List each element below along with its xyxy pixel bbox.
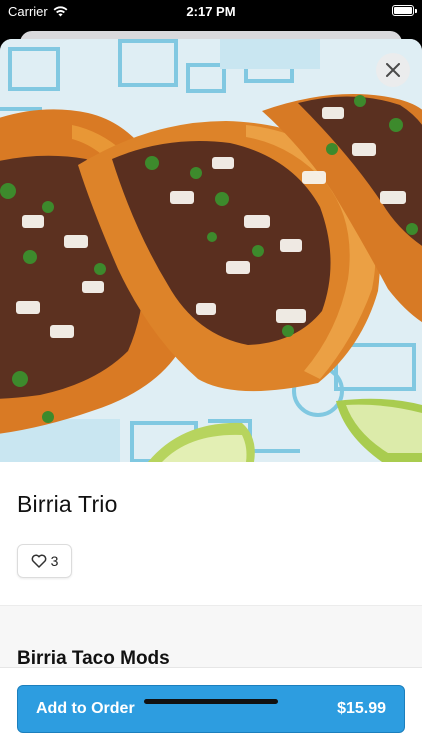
add-to-order-label: Add to Order bbox=[36, 700, 135, 717]
item-photo bbox=[0, 39, 422, 462]
like-count: 3 bbox=[50, 553, 59, 569]
item-detail-sheet: Birria Trio 3 Birria Taco Mods Add to Or… bbox=[0, 39, 422, 750]
status-bar: Carrier 2:17 PM bbox=[0, 0, 422, 24]
close-button[interactable] bbox=[376, 53, 410, 87]
order-footer: Add to Order $15.99 bbox=[0, 667, 422, 750]
battery-icon bbox=[392, 5, 417, 16]
close-icon bbox=[386, 63, 400, 77]
item-price: $15.99 bbox=[337, 700, 386, 717]
home-indicator[interactable] bbox=[144, 699, 278, 704]
add-to-order-button[interactable]: Add to Order $15.99 bbox=[17, 685, 405, 733]
heart-icon bbox=[31, 554, 46, 568]
item-title: Birria Trio bbox=[17, 491, 118, 517]
clock: 2:17 PM bbox=[186, 4, 236, 19]
like-button[interactable]: 3 bbox=[17, 544, 72, 578]
